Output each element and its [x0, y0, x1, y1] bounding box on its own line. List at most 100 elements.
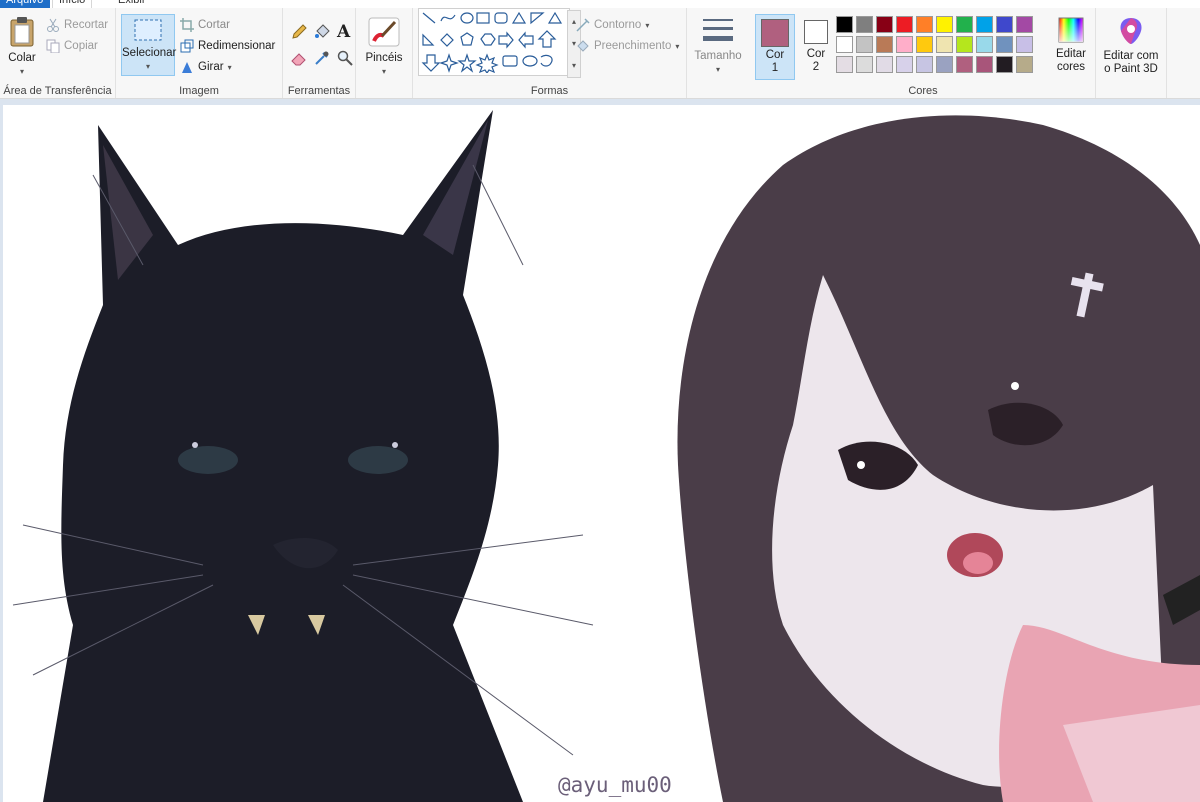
drawing-canvas[interactable]: @ayu_mu00 — [3, 105, 1200, 802]
palette-swatch[interactable] — [1016, 16, 1033, 33]
resize-icon — [180, 39, 194, 53]
selection-rectangle-icon — [134, 19, 162, 41]
text-tool-icon[interactable]: A — [337, 22, 350, 42]
palette-swatch[interactable] — [896, 56, 913, 73]
clipboard-group: Colar ▾ Recortar Copiar Área de Transfer… — [0, 8, 116, 98]
palette-swatch[interactable] — [976, 36, 993, 53]
size-button[interactable]: Tamanho ▾ — [693, 16, 743, 76]
eraser-icon[interactable] — [291, 50, 307, 71]
edit-paint3d-button[interactable]: Editar com o Paint 3D — [1100, 16, 1162, 76]
color1-button[interactable]: Cor 1 — [755, 14, 795, 80]
palette-swatch[interactable] — [856, 16, 873, 33]
ribbon: Colar ▾ Recortar Copiar Área de Transfer… — [0, 8, 1200, 99]
rotate-caret-icon: ▾ — [227, 62, 232, 72]
copy-button[interactable]: Copiar — [46, 39, 98, 54]
palette-swatch[interactable] — [936, 16, 953, 33]
palette-swatch[interactable] — [956, 36, 973, 53]
copy-icon — [46, 39, 60, 54]
resize-label: Redimensionar — [198, 40, 276, 52]
select-button[interactable]: Selecionar ▾ — [121, 14, 177, 76]
palette-swatch[interactable] — [996, 36, 1013, 53]
artwork — [12, 110, 1200, 802]
shapes-group: ▴ ▾ ▾ Contorno ▾ Preenchimento ▾ Formas — [413, 8, 687, 98]
palette-swatch[interactable] — [916, 56, 933, 73]
paint3d-group: Editar com o Paint 3D — [1096, 8, 1167, 98]
color1-label: Cor 1 — [765, 49, 785, 74]
color-wheel-icon — [1058, 17, 1084, 43]
palette-swatch[interactable] — [856, 36, 873, 53]
color-palette — [836, 16, 1033, 73]
fill-bucket-small-icon — [576, 39, 590, 53]
brushes-label: Pincéis — [365, 52, 403, 64]
clipboard-group-label: Área de Transferência — [3, 85, 112, 97]
palette-swatch[interactable] — [876, 16, 893, 33]
paste-label: Colar — [8, 52, 36, 64]
copy-label: Copiar — [64, 40, 98, 52]
color-picker-icon[interactable] — [314, 50, 330, 71]
black-cat-drawing — [12, 110, 594, 802]
shapes-gallery-icons — [421, 11, 563, 75]
palette-swatch[interactable] — [896, 36, 913, 53]
outline-caret-icon: ▾ — [645, 20, 650, 30]
clipboard-icon — [10, 17, 34, 47]
outline-pen-icon — [576, 18, 590, 32]
size-group: Tamanho ▾ — [687, 8, 750, 98]
cut-button[interactable]: Recortar — [46, 18, 108, 32]
shapes-gallery[interactable] — [418, 8, 570, 76]
image-group: Selecionar ▾ Cortar Redimensionar Girar … — [116, 8, 283, 98]
cut-label: Recortar — [64, 19, 109, 31]
color1-swatch — [761, 19, 789, 47]
palette-swatch[interactable] — [856, 56, 873, 73]
image-group-label: Imagem — [179, 85, 219, 97]
palette-swatch[interactable] — [936, 56, 953, 73]
outline-label: Contorno — [594, 19, 642, 31]
shapes-group-label: Formas — [530, 85, 569, 97]
tools-group-label: Ferramentas — [287, 85, 351, 97]
magnifier-icon[interactable] — [337, 50, 353, 71]
color2-label: Cor 2 — [806, 48, 826, 73]
palette-swatch[interactable] — [996, 56, 1013, 73]
fill-bucket-icon[interactable] — [314, 24, 330, 45]
fill-label: Preenchimento — [594, 40, 672, 52]
anime-girl-drawing — [677, 115, 1200, 802]
palette-swatch[interactable] — [836, 16, 853, 33]
rotate-label: Girar — [198, 61, 224, 73]
tab-view[interactable]: Exibir — [112, 0, 152, 8]
palette-swatch[interactable] — [1016, 56, 1033, 73]
edit-colors-button[interactable]: Editar cores — [1048, 16, 1094, 74]
brushes-button[interactable]: Pincéis ▾ — [362, 16, 406, 78]
rotate-icon — [180, 60, 194, 74]
paste-button[interactable]: Colar ▾ — [4, 16, 40, 78]
tools-group: A Ferramentas — [283, 8, 356, 98]
edit-paint3d-label: Editar com o Paint 3D — [1103, 50, 1159, 75]
palette-swatch[interactable] — [1016, 36, 1033, 53]
resize-button[interactable]: Redimensionar — [180, 39, 275, 53]
palette-swatch[interactable] — [896, 16, 913, 33]
fill-button[interactable]: Preenchimento ▾ — [576, 39, 679, 53]
menu-tabs: Arquivo Início Exibir — [0, 0, 1200, 9]
brush-icon — [368, 17, 400, 47]
color2-button[interactable]: Cor 2 — [797, 14, 835, 78]
palette-swatch[interactable] — [836, 56, 853, 73]
palette-swatch[interactable] — [876, 56, 893, 73]
line-width-icon — [703, 19, 733, 41]
select-label: Selecionar — [122, 47, 177, 59]
palette-swatch[interactable] — [976, 16, 993, 33]
outline-button[interactable]: Contorno ▾ — [576, 18, 649, 32]
palette-swatch[interactable] — [976, 56, 993, 73]
crop-button[interactable]: Cortar — [180, 18, 230, 32]
rotate-button[interactable]: Girar ▾ — [180, 60, 232, 74]
palette-swatch[interactable] — [956, 16, 973, 33]
palette-swatch[interactable] — [836, 36, 853, 53]
fill-caret-icon: ▾ — [675, 41, 680, 51]
palette-swatch[interactable] — [936, 36, 953, 53]
palette-swatch[interactable] — [876, 36, 893, 53]
palette-swatch[interactable] — [916, 16, 933, 33]
brushes-group: Pincéis ▾ — [356, 8, 413, 98]
palette-swatch[interactable] — [956, 56, 973, 73]
palette-swatch[interactable] — [996, 16, 1013, 33]
pencil-icon[interactable] — [291, 24, 307, 45]
crop-icon — [180, 18, 194, 32]
palette-swatch[interactable] — [916, 36, 933, 53]
tab-file[interactable]: Arquivo — [0, 0, 50, 8]
